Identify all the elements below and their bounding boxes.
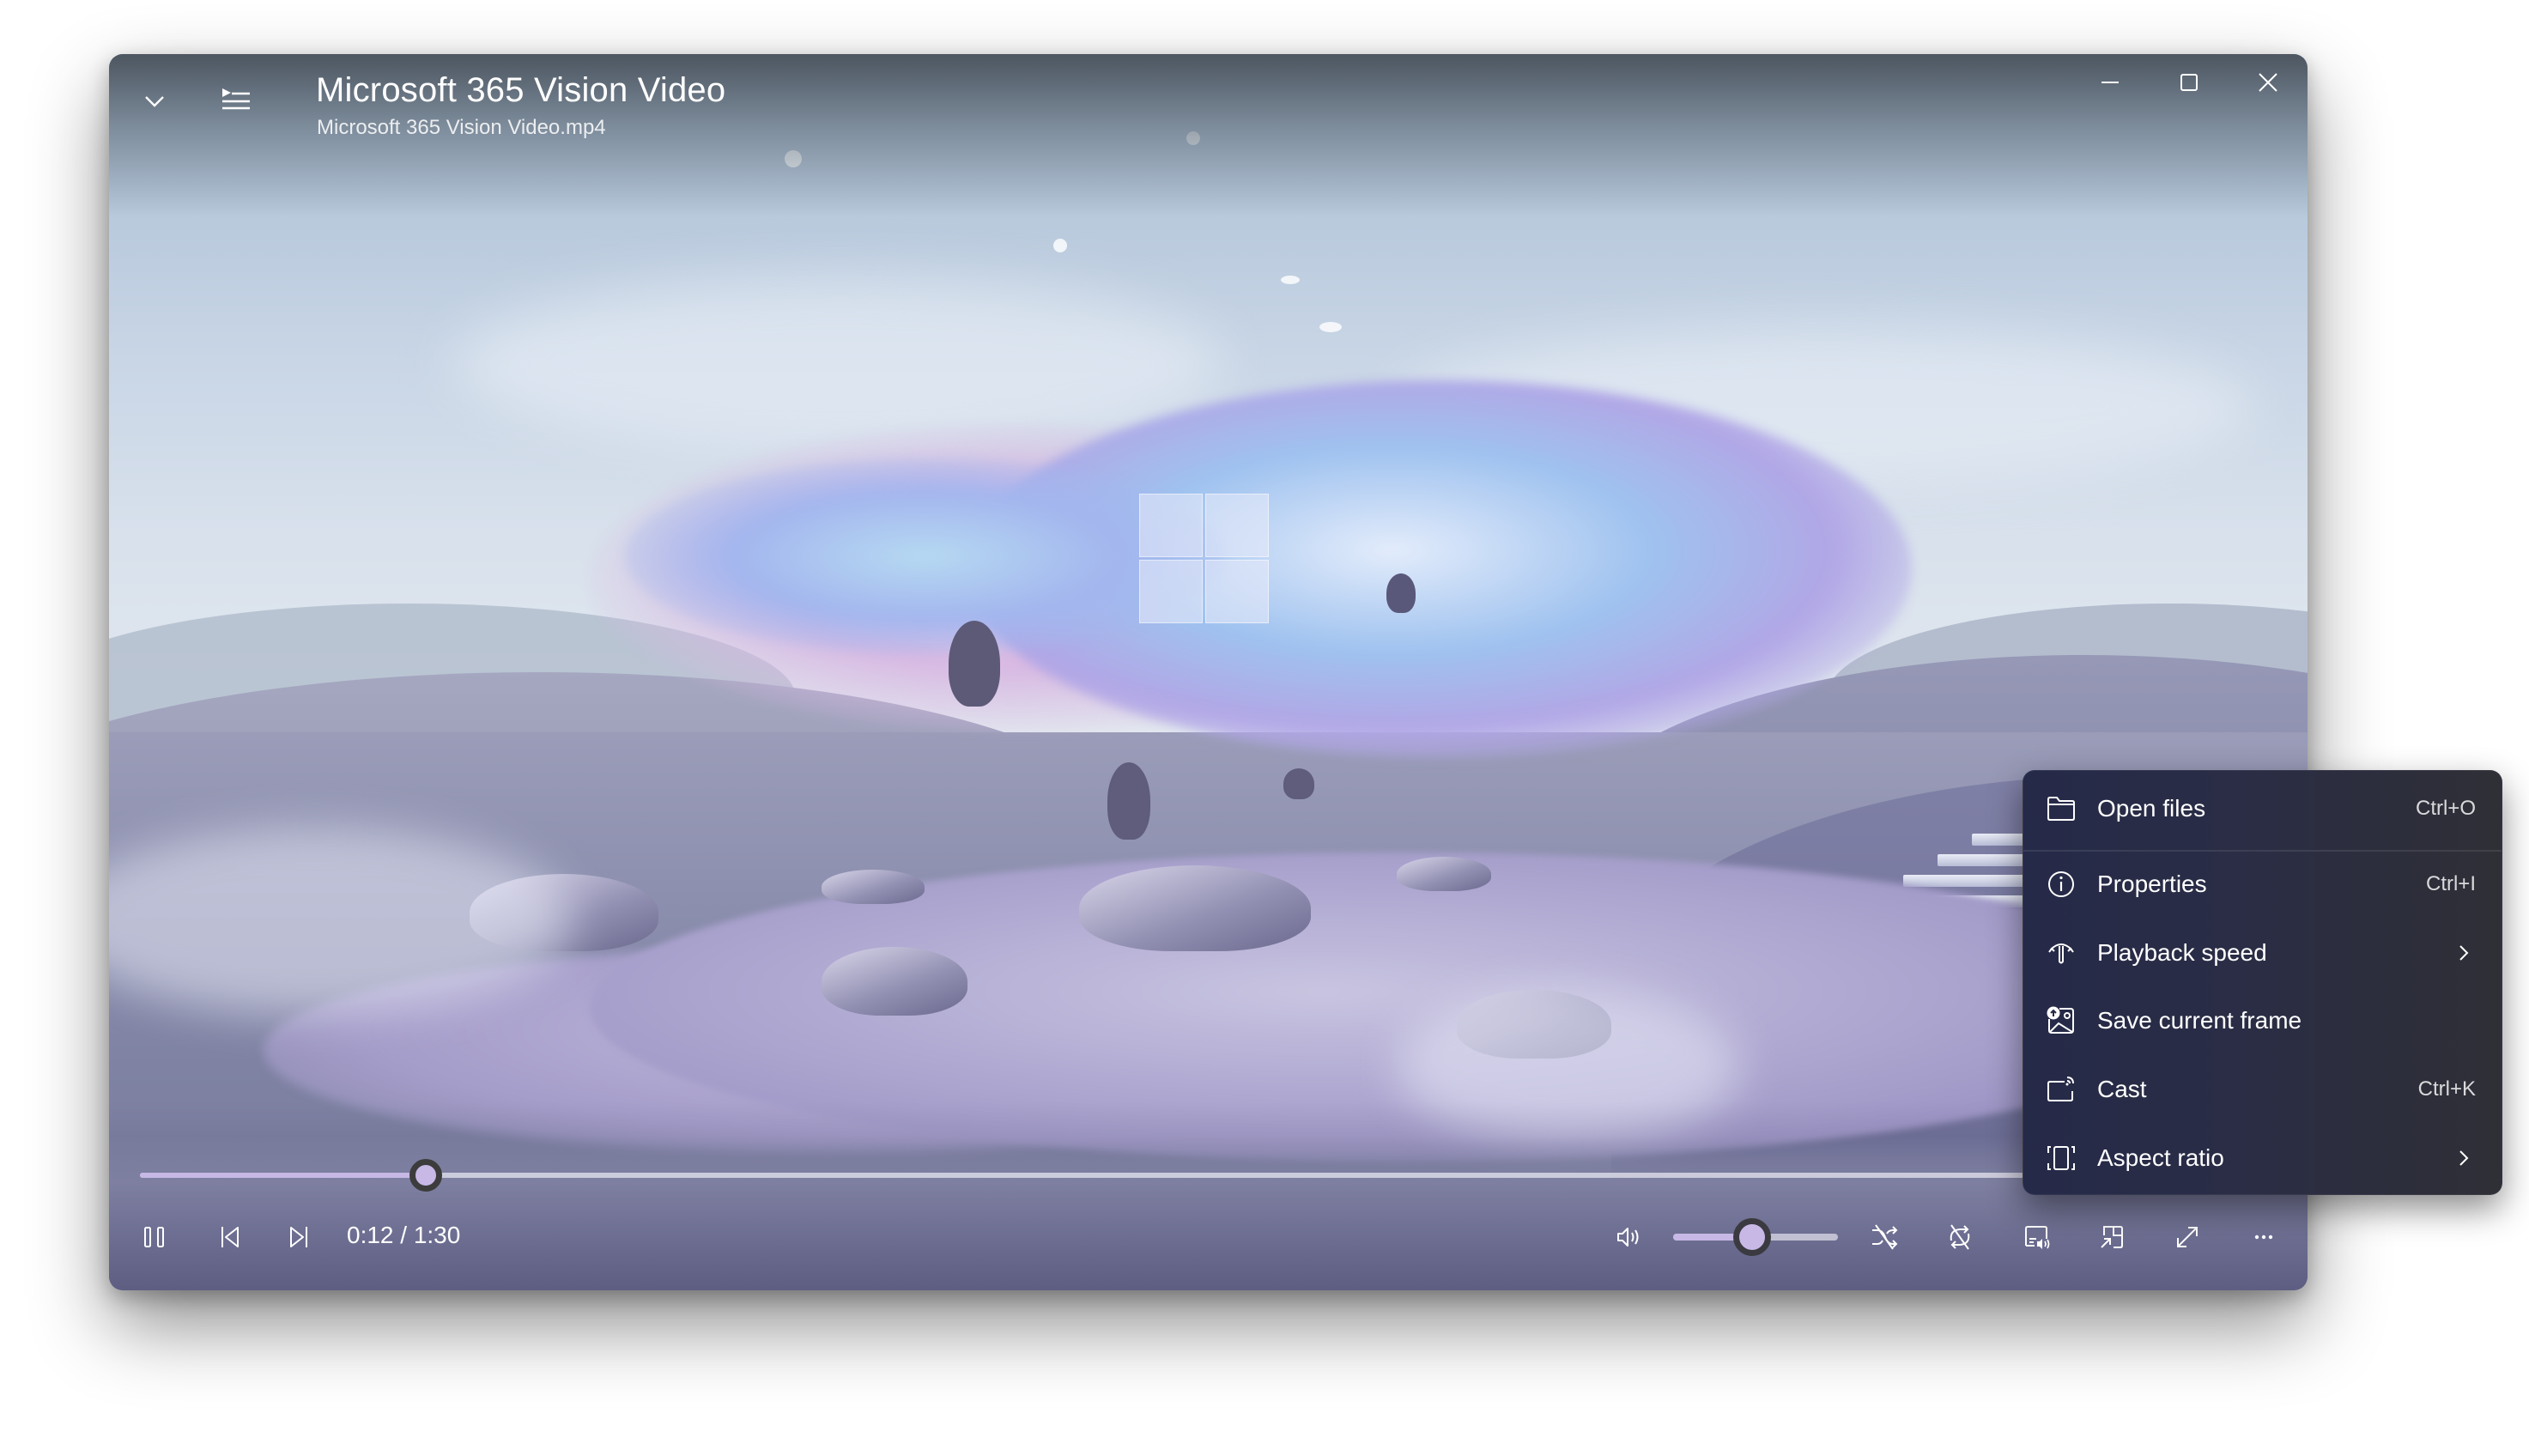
- cast-to-device-icon: [2025, 1226, 2050, 1249]
- video-filename: Microsoft 365 Vision Video.mp4: [317, 116, 606, 139]
- save-frame-icon: [2047, 1006, 2074, 1034]
- cast-icon: [2047, 1077, 2074, 1101]
- next-button[interactable]: [271, 1210, 326, 1265]
- menu-item-playback-speed[interactable]: Playback speed: [2023, 919, 2502, 987]
- close-button[interactable]: [2241, 55, 2296, 110]
- more-options-menu: Open files Ctrl+O Properties Ctrl+I Play…: [2023, 770, 2502, 1195]
- video-flake: [1053, 239, 1067, 252]
- video-rock: [1386, 573, 1416, 613]
- video-ribbon: [624, 458, 1225, 655]
- minimize-icon: [2101, 82, 2119, 83]
- menu-item-open-files[interactable]: Open files Ctrl+O: [2023, 774, 2502, 843]
- menu-item-label: Cast: [2097, 1076, 2147, 1102]
- volume-icon: [1617, 1228, 1639, 1247]
- video-rock: [1079, 865, 1311, 951]
- chevron-down-icon: [145, 96, 164, 107]
- maximize-icon: [2180, 74, 2198, 91]
- minimize-button[interactable]: [2083, 55, 2138, 110]
- chevron-right-icon: [2459, 945, 2469, 961]
- maximize-button[interactable]: [2162, 55, 2217, 110]
- menu-item-cast[interactable]: Cast Ctrl+K: [2023, 1055, 2502, 1124]
- mini-player-icon: [2101, 1226, 2123, 1248]
- video-rock: [822, 870, 925, 904]
- speed-icon: [2048, 943, 2074, 964]
- seek-bar[interactable]: [140, 1159, 2286, 1192]
- video-rock: [949, 621, 1000, 707]
- more-icon: [2254, 1235, 2273, 1240]
- video-rock: [822, 947, 967, 1016]
- playlist-button[interactable]: [209, 71, 264, 126]
- repeat-button[interactable]: [1932, 1210, 1987, 1265]
- video-flake: [1281, 276, 1300, 284]
- playlist-icon: [222, 88, 250, 110]
- seek-progress: [140, 1173, 426, 1178]
- menu-item-label: Playback speed: [2097, 939, 2267, 966]
- close-icon: [2259, 73, 2277, 92]
- folder-icon: [2047, 797, 2075, 821]
- previous-button[interactable]: [203, 1210, 258, 1265]
- media-player-window: Microsoft 365 Vision Video Microsoft 365…: [109, 54, 2308, 1290]
- shuffle-button[interactable]: [1857, 1210, 1912, 1265]
- collapse-button[interactable]: [127, 74, 182, 129]
- menu-item-aspect-ratio[interactable]: Aspect ratio: [2023, 1124, 2502, 1192]
- video-rock: [1397, 857, 1491, 891]
- repeat-off-icon: [1950, 1224, 1970, 1250]
- seek-thumb[interactable]: [409, 1159, 442, 1192]
- pause-icon: [144, 1227, 164, 1247]
- menu-item-label: Save current frame: [2097, 1007, 2302, 1034]
- menu-item-shortcut: Ctrl+K: [2417, 1077, 2476, 1101]
- chevron-right-icon: [2459, 1150, 2469, 1166]
- video-rock: [1107, 762, 1150, 840]
- volume-slider[interactable]: [1673, 1218, 1838, 1256]
- next-icon: [290, 1227, 307, 1247]
- menu-item-shortcut: Ctrl+O: [2415, 797, 2476, 820]
- pause-button[interactable]: [127, 1210, 182, 1265]
- fullscreen-icon: [2177, 1227, 2198, 1247]
- video-rock: [1283, 768, 1314, 799]
- mini-player-button[interactable]: [2084, 1210, 2139, 1265]
- fullscreen-button[interactable]: [2160, 1210, 2215, 1265]
- volume-button[interactable]: [1601, 1210, 1656, 1265]
- video-cloud: [452, 277, 1225, 449]
- menu-item-label: Properties: [2097, 871, 2207, 897]
- time-display: 0:12 / 1:30: [347, 1222, 461, 1248]
- menu-item-properties[interactable]: Properties Ctrl+I: [2023, 850, 2502, 919]
- cast-to-device-button[interactable]: [2009, 1210, 2064, 1265]
- more-options-button[interactable]: [2236, 1210, 2291, 1265]
- shuffle-off-icon: [1872, 1224, 1898, 1250]
- menu-item-label: Open files: [2097, 795, 2206, 822]
- video-flake: [1319, 322, 1342, 332]
- menu-item-shortcut: Ctrl+I: [2425, 872, 2476, 895]
- volume-thumb[interactable]: [1733, 1218, 1771, 1256]
- video-title: Microsoft 365 Vision Video: [316, 71, 726, 109]
- previous-icon: [221, 1227, 239, 1247]
- aspect-ratio-icon: [2047, 1146, 2075, 1170]
- seek-track: [140, 1173, 2286, 1178]
- menu-item-save-current-frame[interactable]: Save current frame: [2023, 986, 2502, 1055]
- info-icon: [2048, 871, 2074, 897]
- menu-item-label: Aspect ratio: [2097, 1144, 2224, 1171]
